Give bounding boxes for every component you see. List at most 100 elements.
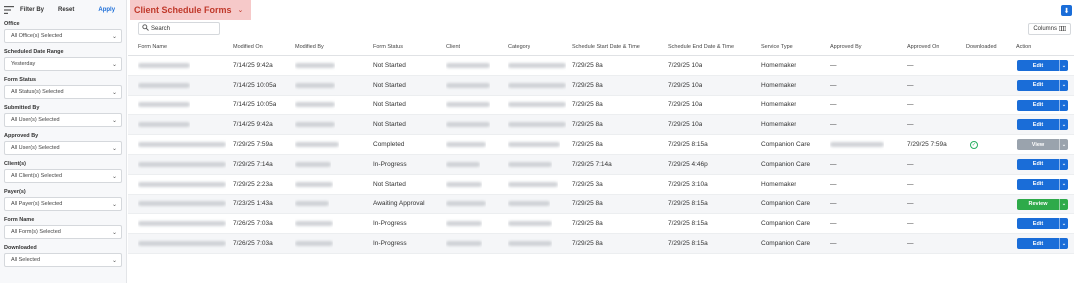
column-header[interactable]: Schedule End Date & Time — [668, 38, 734, 55]
redacted-form-name — [138, 142, 226, 148]
table-row[interactable]: 7/29/25 7:59a Completed 7/29/25 8a 7/29/25 … — [128, 135, 1074, 155]
action-edit-button[interactable]: Edit ⌄ — [1017, 119, 1068, 131]
filter-sidebar: Filter By Reset Apply Office All Office(s… — [0, 0, 127, 283]
filter-select[interactable]: All Selected ⌄ — [4, 253, 122, 267]
column-header[interactable]: Form Status — [373, 38, 403, 55]
chevron-down-icon[interactable]: ⌄ — [1059, 79, 1068, 91]
table-cell: Companion Care — [761, 195, 810, 214]
table-cell — [295, 175, 333, 194]
chevron-down-icon[interactable]: ⌄ — [1059, 119, 1068, 131]
search-input[interactable]: Search — [138, 22, 220, 35]
action-label[interactable]: Edit — [1017, 238, 1059, 249]
filter-select[interactable]: All Payer(s) Selected ⌄ — [4, 197, 122, 211]
table-cell: 7/29/25 7:14a — [572, 155, 612, 174]
action-label[interactable]: Edit — [1017, 60, 1059, 71]
filter-select[interactable]: Yesterday ⌄ — [4, 57, 122, 71]
search-icon — [142, 24, 149, 33]
chevron-down-icon[interactable]: ⌄ — [1059, 158, 1068, 170]
column-header[interactable]: Action — [1016, 38, 1031, 55]
table-cell: 7/29/25 8:15a — [668, 214, 708, 233]
table-cell: Homemaker — [761, 76, 796, 95]
action-label[interactable]: View — [1017, 139, 1059, 150]
filter-group: Form Status All Status(s) Selected ⌄ — [0, 76, 126, 99]
action-label[interactable]: Edit — [1017, 100, 1059, 111]
chevron-down-icon[interactable]: ⌄ — [1059, 139, 1068, 151]
chevron-down-icon[interactable]: ⌄ — [1059, 218, 1068, 230]
column-header[interactable]: Service Type — [761, 38, 793, 55]
column-header[interactable]: Category — [508, 38, 530, 55]
column-header[interactable]: Approved By — [830, 38, 862, 55]
redacted-category — [508, 161, 552, 167]
chevron-down-icon[interactable]: ⌄ — [1059, 99, 1068, 111]
table-cell — [138, 155, 226, 174]
modified-on: 7/29/25 7:14a — [233, 160, 273, 168]
action-edit-button[interactable]: Edit ⌄ — [1017, 238, 1068, 250]
chevron-down-icon[interactable]: ⌄ — [238, 6, 244, 14]
action-review-button[interactable]: Review ⌄ — [1017, 198, 1068, 210]
column-header[interactable]: Approved On — [907, 38, 939, 55]
redacted-form-name — [138, 241, 226, 247]
action-view-button[interactable]: View ⌄ — [1017, 139, 1068, 151]
action-label[interactable]: Review — [1017, 199, 1059, 210]
chevron-down-icon[interactable]: ⌄ — [1059, 198, 1068, 210]
table-cell — [295, 135, 339, 154]
action-label[interactable]: Edit — [1017, 159, 1059, 170]
table-cell: — — [830, 195, 837, 214]
table-cell: 7/26/25 7:03a — [233, 234, 273, 253]
filter-group: Client(s) All Client(s) Selected ⌄ — [0, 160, 126, 183]
action-edit-button[interactable]: Edit ⌄ — [1017, 158, 1068, 170]
table-row[interactable]: 7/29/25 7:14a In-Progress 7/29/25 7:14a 7/2… — [128, 154, 1074, 175]
chevron-down-icon[interactable]: ⌄ — [1059, 60, 1068, 71]
action-edit-button[interactable]: Edit ⌄ — [1017, 60, 1068, 71]
chevron-down-icon[interactable]: ⌄ — [1059, 238, 1068, 250]
chevron-down-icon: ⌄ — [111, 257, 117, 264]
column-header[interactable]: Form Name — [138, 38, 167, 55]
table-row[interactable]: 7/14/25 10:05a Not Started 7/29/25 8a 7/29/… — [128, 96, 1074, 116]
table-cell: 7/29/25 10a — [668, 96, 702, 115]
action-edit-button[interactable]: Edit ⌄ — [1017, 218, 1068, 230]
chevron-down-icon[interactable]: ⌄ — [1059, 178, 1068, 190]
filter-by-label: Filter By — [20, 7, 45, 13]
action-label[interactable]: Edit — [1017, 80, 1059, 91]
filter-select[interactable]: All User(s) Selected ⌄ — [4, 141, 122, 155]
redacted-category — [508, 142, 560, 148]
filter-select[interactable]: All Office(s) Selected ⌄ — [4, 29, 122, 43]
reset-button[interactable]: Reset — [58, 7, 74, 13]
table-row[interactable]: 7/23/25 1:43a Awaiting Approval 7/29/25 8a… — [128, 194, 1074, 215]
column-header[interactable]: Schedule Start Date & Time — [572, 38, 640, 55]
filter-select[interactable]: All User(s) Selected ⌄ — [4, 113, 122, 127]
table-row[interactable]: 7/26/25 7:03a In-Progress 7/29/25 8a 7/29/2… — [128, 234, 1074, 254]
filter-select[interactable]: All Status(s) Selected ⌄ — [4, 85, 122, 99]
filter-select[interactable]: All Client(s) Selected ⌄ — [4, 169, 122, 183]
action-label[interactable]: Edit — [1017, 179, 1059, 190]
apply-button[interactable]: Apply — [98, 7, 115, 13]
columns-button[interactable]: Columns — [1028, 23, 1071, 35]
table-cell: — — [907, 155, 914, 174]
approved-on: 7/29/25 7:59a — [907, 141, 947, 149]
column-header[interactable]: Client — [446, 38, 460, 55]
action-edit-button[interactable]: Edit ⌄ — [1017, 178, 1068, 190]
redacted-form-name — [138, 221, 226, 227]
column-header[interactable]: Downloaded — [966, 38, 997, 55]
table-row[interactable]: 7/29/25 2:23a Not Started 7/29/25 3a 7/29/2… — [128, 175, 1074, 195]
redacted-modified-by — [295, 82, 335, 88]
column-header[interactable]: Modified On — [233, 38, 263, 55]
action-edit-button[interactable]: Edit ⌄ — [1017, 79, 1068, 91]
table-row[interactable]: 7/14/25 9:42a Not Started 7/29/25 8a 7/29/2… — [128, 115, 1074, 136]
modified-on: 7/14/25 9:42a — [233, 121, 273, 129]
filter-icon[interactable] — [4, 6, 14, 14]
table-row[interactable]: 7/26/25 7:03a In-Progress 7/29/25 8a 7/29/2… — [128, 214, 1074, 235]
table-row[interactable]: 7/14/25 10:05a Not Started 7/29/25 8a 7/29/… — [128, 75, 1074, 96]
action-label[interactable]: Edit — [1017, 218, 1059, 229]
filter-select[interactable]: All Form(s) Selected ⌄ — [4, 225, 122, 239]
download-button[interactable]: ⬇ — [1061, 5, 1072, 16]
redacted-client — [446, 82, 490, 88]
form-status: Not Started — [373, 61, 406, 69]
action-label[interactable]: Edit — [1017, 119, 1059, 130]
form-status: In-Progress — [373, 220, 407, 228]
column-header[interactable]: Modified By — [295, 38, 324, 55]
redacted-category — [508, 102, 566, 108]
table-row[interactable]: 7/14/25 9:42a Not Started 7/29/25 8a 7/29/2… — [128, 56, 1074, 76]
table-cell: ✓ — [970, 135, 978, 154]
action-edit-button[interactable]: Edit ⌄ — [1017, 99, 1068, 111]
